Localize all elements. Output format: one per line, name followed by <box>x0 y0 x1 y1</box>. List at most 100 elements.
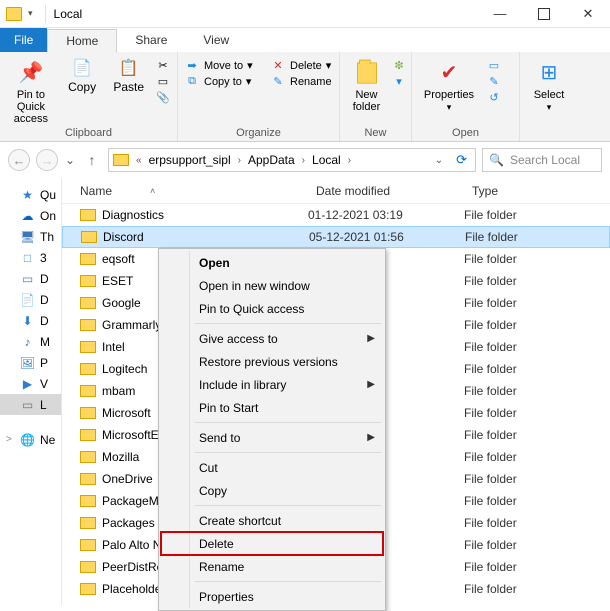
folder-icon <box>80 451 96 463</box>
copy-path-button[interactable]: ▭ <box>155 75 171 88</box>
recent-locations-button[interactable]: ⌄ <box>64 153 76 167</box>
file-name: mbam <box>102 384 135 398</box>
file-name: Microsoft <box>102 406 151 420</box>
menu-item[interactable]: Pin to Start <box>161 396 383 419</box>
menu-item[interactable]: Cut <box>161 456 383 479</box>
history-icon: ↺ <box>486 91 502 104</box>
breadcrumb-item[interactable]: Local <box>312 153 341 167</box>
menu-separator <box>195 505 381 506</box>
sidebar-item[interactable]: 🖼P <box>0 352 61 373</box>
sidebar-item[interactable]: 🖥 Th <box>0 226 61 247</box>
maximize-button[interactable] <box>522 0 566 28</box>
paste-button[interactable]: 📋 Paste <box>108 55 149 94</box>
sidebar-item[interactable]: ♪M <box>0 331 61 352</box>
sidebar-label: Th <box>40 230 54 244</box>
tab-view[interactable]: View <box>185 28 247 52</box>
rename-button[interactable]: ✎Rename <box>270 75 332 88</box>
tab-share[interactable]: Share <box>117 28 185 52</box>
folder-icon <box>80 539 96 551</box>
open-button[interactable]: ▭ <box>486 59 502 72</box>
new-item-button[interactable]: ❇ <box>393 59 405 72</box>
cut-icon: ✂ <box>155 59 171 72</box>
qat-overflow-icon[interactable]: ▾ <box>28 8 33 19</box>
file-type: File folder <box>464 340 610 354</box>
menu-item[interactable]: Include in library▶ <box>161 373 383 396</box>
menu-item[interactable]: Copy <box>161 479 383 502</box>
file-date: 05-12-2021 01:56 <box>309 230 465 244</box>
breadcrumb[interactable]: « erpsupport_sipl› AppData› Local› ⌄ ⟳ <box>108 148 476 172</box>
file-name: Mozilla <box>102 450 139 464</box>
sidebar-item[interactable]: ▭L <box>0 394 61 415</box>
breadcrumb-item[interactable]: erpsupport_sipl <box>149 153 231 167</box>
context-menu: OpenOpen in new windowPin to Quick acces… <box>158 248 386 611</box>
up-button[interactable]: ↑ <box>82 150 102 170</box>
pin-to-quick-access-button[interactable]: 📌 Pin to Quick access <box>6 55 56 125</box>
folder-icon <box>80 385 96 397</box>
file-type: File folder <box>464 362 610 376</box>
sidebar-icon: 🖥 <box>20 229 35 244</box>
select-button[interactable]: ⊞ Select ▾ <box>526 55 572 113</box>
column-date[interactable]: Date modified <box>308 184 464 198</box>
menu-item[interactable]: Open <box>161 251 383 274</box>
table-row[interactable]: Discord05-12-2021 01:56File folder <box>62 226 610 248</box>
menu-item-label: Include in library <box>199 378 286 392</box>
sidebar-item[interactable]: ▶V <box>0 373 61 394</box>
sidebar-item[interactable]: □3 <box>0 247 61 268</box>
menu-item[interactable]: Rename <box>161 555 383 578</box>
cut-button[interactable]: ✂ <box>155 59 171 72</box>
table-row[interactable]: Diagnostics01-12-2021 03:19File folder <box>62 204 610 226</box>
folder-icon <box>80 253 96 265</box>
tab-home[interactable]: Home <box>47 29 117 53</box>
menu-item[interactable]: Send to▶ <box>161 426 383 449</box>
breadcrumb-overflow[interactable]: « <box>131 155 147 166</box>
properties-button[interactable]: ✔ Properties ▾ <box>418 55 480 113</box>
sidebar-label: On <box>40 209 56 223</box>
column-headers: Name˄ Date modified Type <box>62 178 610 204</box>
easy-access-icon: ▾ <box>393 75 405 88</box>
move-to-button[interactable]: ➡Move to ▾ <box>184 59 264 72</box>
new-folder-button[interactable]: New folder <box>346 55 387 113</box>
breadcrumb-dropdown[interactable]: ⌄ <box>430 155 448 166</box>
minimize-button[interactable]: — <box>478 0 522 28</box>
sidebar-item[interactable]: 📄D <box>0 289 61 310</box>
menu-item[interactable]: Restore previous versions <box>161 350 383 373</box>
column-name[interactable]: Name˄ <box>62 184 308 198</box>
sidebar-item[interactable]: ☁ On <box>0 205 61 226</box>
menu-item[interactable]: Create shortcut <box>161 509 383 532</box>
sidebar-item[interactable]: >🌐Ne <box>0 429 61 450</box>
edit-button[interactable]: ✎ <box>486 75 502 88</box>
sidebar-label: V <box>40 377 48 391</box>
column-type[interactable]: Type <box>464 184 610 198</box>
sidebar-item[interactable]: ⬇D <box>0 310 61 331</box>
easy-access-button[interactable]: ▾ <box>393 75 405 88</box>
file-name: ESET <box>102 274 133 288</box>
breadcrumb-item[interactable]: AppData <box>248 153 295 167</box>
tab-file[interactable]: File <box>0 28 47 52</box>
paste-shortcut-button[interactable]: 📎 <box>155 91 171 104</box>
refresh-button[interactable]: ⟳ <box>456 152 467 168</box>
menu-item[interactable]: Open in new window <box>161 274 383 297</box>
delete-button[interactable]: ✕Delete ▾ <box>270 59 332 72</box>
close-button[interactable]: ✕ <box>566 0 610 28</box>
copy-to-button[interactable]: ⧉Copy to ▾ <box>184 75 264 88</box>
move-to-icon: ➡ <box>184 59 200 72</box>
menu-item[interactable]: Pin to Quick access <box>161 297 383 320</box>
menu-item[interactable]: Delete <box>161 532 383 555</box>
copy-button[interactable]: 📄 Copy <box>62 55 103 94</box>
sidebar-item[interactable]: ★Qu <box>0 184 61 205</box>
menu-item-label: Send to <box>199 431 240 445</box>
menu-item-label: Create shortcut <box>199 514 281 528</box>
search-input[interactable]: 🔍 Search Local <box>482 148 602 172</box>
sidebar-icon: ♪ <box>20 334 35 349</box>
forward-button[interactable]: → <box>36 149 58 171</box>
sidebar-icon: ★ <box>20 187 35 202</box>
copy-path-icon: ▭ <box>155 75 171 88</box>
sort-indicator-icon: ˄ <box>150 186 155 196</box>
sidebar-icon: ▭ <box>20 397 35 412</box>
sidebar-item[interactable]: ▭D <box>0 268 61 289</box>
sidebar-icon: ☁ <box>20 208 35 223</box>
file-name: Logitech <box>102 362 147 376</box>
back-button[interactable]: ← <box>8 149 30 171</box>
menu-item[interactable]: Give access to▶ <box>161 327 383 350</box>
history-button[interactable]: ↺ <box>486 91 502 104</box>
